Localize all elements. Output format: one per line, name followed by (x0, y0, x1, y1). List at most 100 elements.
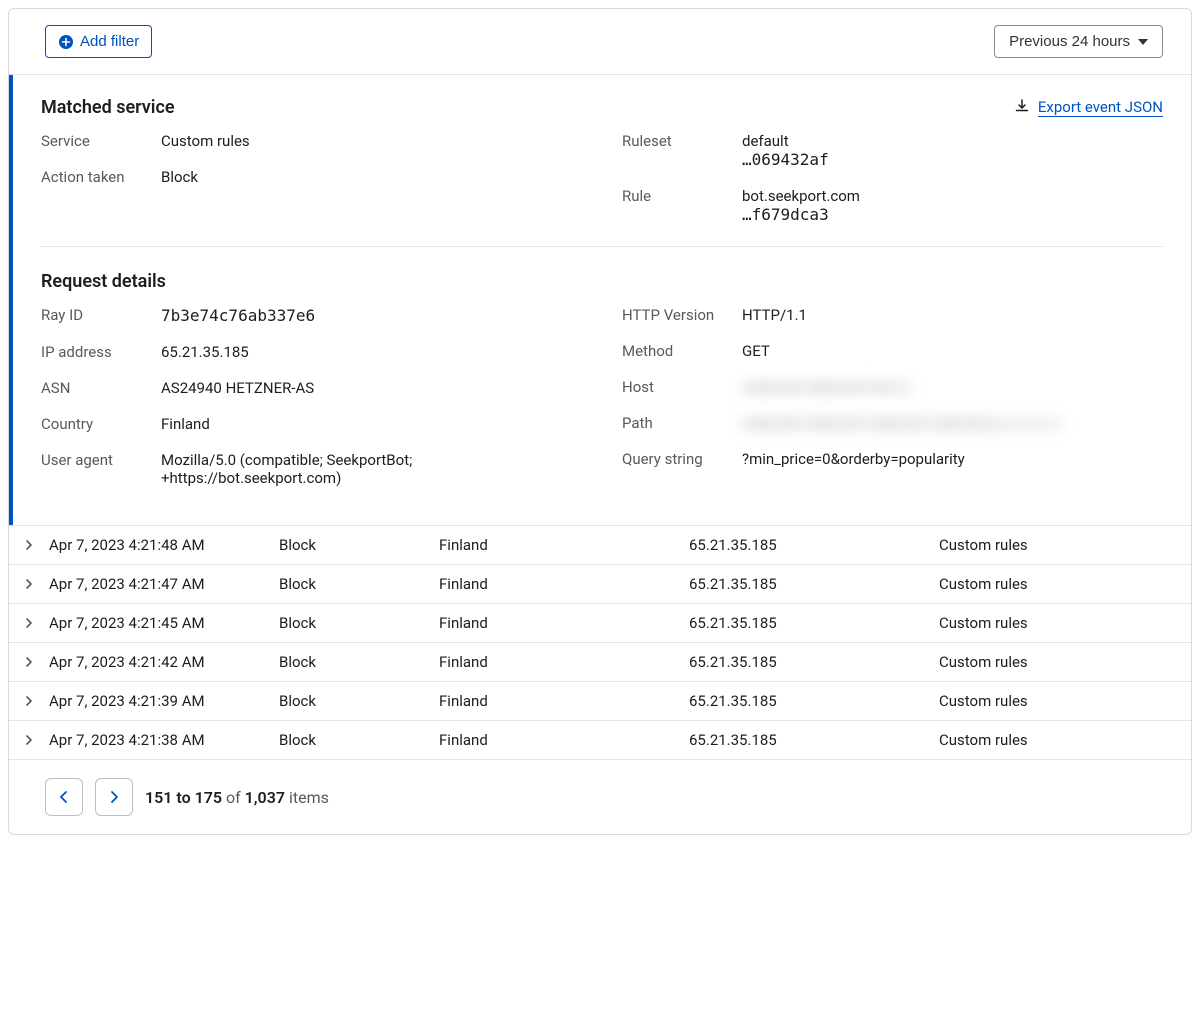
timerange-button[interactable]: Previous 24 hours (994, 25, 1163, 58)
export-json-link[interactable]: Export event JSON (1038, 98, 1163, 117)
ruleset-label: Ruleset (622, 132, 734, 150)
rule-label: Rule (622, 187, 734, 205)
matched-service-title: Matched service (41, 97, 175, 118)
pagination-of: of (226, 788, 241, 807)
row-action: Block (279, 653, 439, 671)
service-value: Custom rules (161, 132, 582, 150)
row-service: Custom rules (939, 653, 1191, 671)
table-row[interactable]: Apr 7, 2023 4:21:38 AMBlockFinland65.21.… (9, 721, 1191, 760)
row-service: Custom rules (939, 575, 1191, 593)
table-row[interactable]: Apr 7, 2023 4:21:39 AMBlockFinland65.21.… (9, 682, 1191, 721)
table-row[interactable]: Apr 7, 2023 4:21:45 AMBlockFinland65.21.… (9, 604, 1191, 643)
request-details-title: Request details (41, 271, 166, 292)
row-action: Block (279, 731, 439, 749)
row-action: Block (279, 614, 439, 632)
row-time: Apr 7, 2023 4:21:45 AM (49, 614, 279, 632)
ray-id-label: Ray ID (41, 306, 153, 324)
toolbar: Add filter Previous 24 hours (9, 9, 1191, 75)
events-panel: Add filter Previous 24 hours Matched ser… (8, 8, 1192, 835)
rule-name: bot.seekport.com (742, 187, 1163, 205)
timerange-label: Previous 24 hours (1009, 33, 1130, 50)
query-string-value: ?min_price=0&orderby=popularity (742, 450, 1163, 468)
chevron-right-icon (107, 790, 121, 804)
row-ip: 65.21.35.185 (689, 614, 939, 632)
user-agent-value: Mozilla/5.0 (compatible; SeekportBot; +h… (161, 451, 582, 487)
country-value: Finland (161, 415, 582, 433)
plus-circle-icon (58, 34, 74, 50)
row-time: Apr 7, 2023 4:21:42 AM (49, 653, 279, 671)
service-label: Service (41, 132, 153, 150)
host-value: redacted redacted host d (742, 378, 1163, 396)
rule-id: …f679dca3 (742, 205, 1163, 224)
path-label: Path (622, 414, 734, 432)
path-value: redacted redacted redacted redacted p a … (742, 414, 1163, 432)
pagination-text: 151 to 175 of 1,037 items (145, 788, 329, 807)
row-time: Apr 7, 2023 4:21:47 AM (49, 575, 279, 593)
event-detail-panel: Matched service Export event JSON (9, 75, 1191, 525)
add-filter-label: Add filter (80, 33, 139, 50)
row-service: Custom rules (939, 692, 1191, 710)
method-value: GET (742, 342, 1163, 360)
http-version-label: HTTP Version (622, 306, 734, 324)
table-row[interactable]: Apr 7, 2023 4:21:42 AMBlockFinland65.21.… (9, 643, 1191, 682)
pagination: 151 to 175 of 1,037 items (9, 760, 1191, 834)
row-ip: 65.21.35.185 (689, 692, 939, 710)
chevron-right-icon (9, 617, 49, 629)
chevron-right-icon (9, 656, 49, 668)
query-string-label: Query string (622, 450, 734, 468)
action-taken-label: Action taken (41, 168, 153, 186)
matched-service-section: Matched service Export event JSON (41, 75, 1163, 242)
row-country: Finland (439, 731, 689, 749)
chevron-right-icon (9, 695, 49, 707)
row-ip: 65.21.35.185 (689, 653, 939, 671)
row-service: Custom rules (939, 731, 1191, 749)
download-icon (1014, 98, 1030, 118)
chevron-right-icon (9, 539, 49, 551)
row-action: Block (279, 575, 439, 593)
ray-id-value: 7b3e74c76ab337e6 (161, 306, 582, 325)
table-row[interactable]: Apr 7, 2023 4:21:47 AMBlockFinland65.21.… (9, 565, 1191, 604)
row-country: Finland (439, 614, 689, 632)
host-label: Host (622, 378, 734, 396)
row-ip: 65.21.35.185 (689, 731, 939, 749)
ruleset-value: default …069432af (742, 132, 1163, 169)
row-action: Block (279, 692, 439, 710)
method-label: Method (622, 342, 734, 360)
action-taken-value: Block (161, 168, 582, 186)
row-ip: 65.21.35.185 (689, 575, 939, 593)
export-json-label: Export event JSON (1038, 98, 1163, 116)
row-time: Apr 7, 2023 4:21:38 AM (49, 731, 279, 749)
row-action: Block (279, 536, 439, 554)
request-details-section: Request details Ray ID 7b3e74c76ab337e6 … (41, 249, 1163, 505)
chevron-right-icon (9, 578, 49, 590)
row-service: Custom rules (939, 614, 1191, 632)
chevron-left-icon (57, 790, 71, 804)
ruleset-name: default (742, 132, 1163, 150)
add-filter-button[interactable]: Add filter (45, 25, 152, 58)
pagination-items: items (289, 788, 329, 807)
chevron-right-icon (9, 734, 49, 746)
ip-address-value: 65.21.35.185 (161, 343, 582, 361)
table-row[interactable]: Apr 7, 2023 4:21:48 AMBlockFinland65.21.… (9, 526, 1191, 565)
prev-page-button[interactable] (45, 778, 83, 816)
rule-value: bot.seekport.com …f679dca3 (742, 187, 1163, 224)
row-time: Apr 7, 2023 4:21:48 AM (49, 536, 279, 554)
pagination-range: 151 to 175 (145, 788, 222, 807)
row-country: Finland (439, 575, 689, 593)
country-label: Country (41, 415, 153, 433)
pagination-total: 1,037 (245, 788, 285, 807)
ip-address-label: IP address (41, 343, 153, 361)
section-divider (41, 246, 1163, 247)
ruleset-id: …069432af (742, 150, 1163, 169)
events-table: Apr 7, 2023 4:21:48 AMBlockFinland65.21.… (9, 525, 1191, 760)
row-country: Finland (439, 692, 689, 710)
row-country: Finland (439, 653, 689, 671)
row-country: Finland (439, 536, 689, 554)
row-service: Custom rules (939, 536, 1191, 554)
next-page-button[interactable] (95, 778, 133, 816)
user-agent-label: User agent (41, 451, 153, 469)
http-version-value: HTTP/1.1 (742, 306, 1163, 324)
row-time: Apr 7, 2023 4:21:39 AM (49, 692, 279, 710)
asn-value: AS24940 HETZNER-AS (161, 379, 582, 397)
asn-label: ASN (41, 379, 153, 397)
